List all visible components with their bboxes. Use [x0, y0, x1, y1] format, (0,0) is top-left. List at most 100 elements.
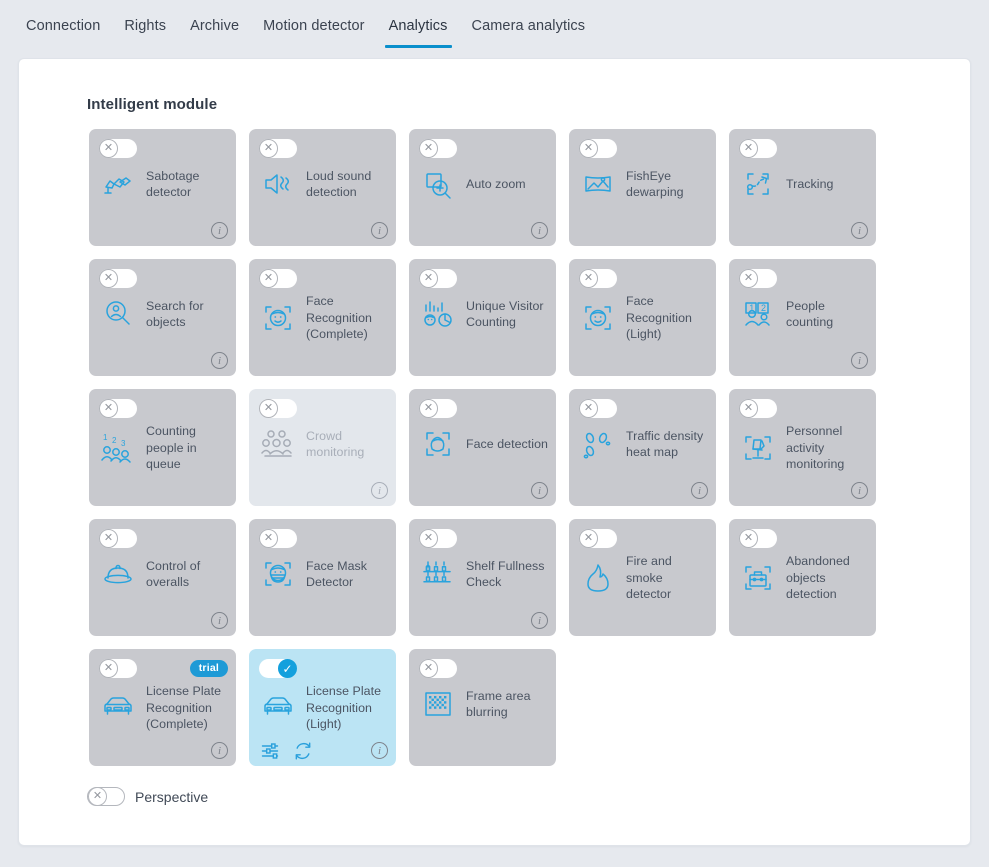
module-toggle[interactable]: ✕: [259, 139, 297, 158]
toggle-knob-off-cross-icon: ✕: [419, 529, 438, 548]
info-icon[interactable]: i: [371, 742, 388, 759]
info-icon[interactable]: i: [851, 482, 868, 499]
module-toggle[interactable]: ✕: [739, 269, 777, 288]
module-card[interactable]: ✕ Unique Visitor Counting: [409, 259, 556, 376]
people-counting-icon: 12: [737, 293, 779, 335]
module-card[interactable]: ✕ Face detection i: [409, 389, 556, 506]
info-icon[interactable]: i: [211, 742, 228, 759]
info-icon[interactable]: i: [851, 222, 868, 239]
module-card[interactable]: ✕ trial License Plate Recognition (Complet…: [89, 649, 236, 766]
module-card[interactable]: ✓ License Plate Recognition (Light) i: [249, 649, 396, 766]
module-card[interactable]: ✕ Face Mask Detector: [249, 519, 396, 636]
module-toggle[interactable]: ✕: [419, 139, 457, 158]
personnel-activity-icon: [737, 427, 779, 469]
fisheye-dewarping-icon: [577, 163, 619, 205]
module-body: Face Mask Detector: [257, 553, 390, 595]
module-toggle[interactable]: ✕: [99, 659, 137, 678]
tracking-icon: [737, 163, 779, 205]
tab-connection[interactable]: Connection: [14, 0, 112, 48]
module-toggle[interactable]: ✕: [99, 139, 137, 158]
module-toggle[interactable]: ✕: [739, 139, 777, 158]
module-card[interactable]: ✕ Loud sound detection i: [249, 129, 396, 246]
info-icon[interactable]: i: [211, 612, 228, 629]
module-toggle[interactable]: ✕: [739, 399, 777, 418]
face-recognition-icon: [577, 297, 619, 339]
face-recognition-icon: [257, 297, 299, 339]
module-card[interactable]: ✕ Fire and smoke detector: [569, 519, 716, 636]
module-body: Abandoned objects detection: [737, 553, 870, 603]
module-card[interactable]: ✕ Face Recognition (Complete): [249, 259, 396, 376]
module-toggle[interactable]: ✕: [259, 269, 297, 288]
toggle-knob-off-icon: ✕: [88, 787, 107, 806]
module-toggle[interactable]: ✕: [739, 529, 777, 548]
module-card[interactable]: ✕ 1 2 3 Counting people in queue: [89, 389, 236, 506]
toggle-knob-off-cross-icon: ✕: [259, 139, 278, 158]
module-card[interactable]: ✕ FishEye dewarping: [569, 129, 716, 246]
module-toggle[interactable]: ✓: [259, 659, 297, 678]
tab-archive[interactable]: Archive: [178, 0, 251, 48]
module-toggle[interactable]: ✕: [579, 399, 617, 418]
module-label: Face Mask Detector: [306, 558, 368, 590]
toggle-knob-off-cross-icon: ✕: [99, 659, 118, 678]
tab-analytics[interactable]: Analytics: [377, 0, 460, 48]
module-toggle[interactable]: ✕: [419, 399, 457, 418]
tab-motion-detector[interactable]: Motion detector: [251, 0, 376, 48]
module-card[interactable]: ✕ Face Recognition (Light): [569, 259, 716, 376]
toggle-knob-off-cross-icon: ✕: [99, 139, 118, 158]
module-card[interactable]: ✕ Sabotage detector i: [89, 129, 236, 246]
module-card[interactable]: ✕ Auto zoom i: [409, 129, 556, 246]
toggle-knob-off-cross-icon: ✕: [259, 399, 278, 418]
settings-sliders-icon[interactable]: [260, 741, 280, 761]
module-body: Frame area blurring: [417, 683, 550, 725]
refresh-icon[interactable]: [293, 741, 313, 761]
info-icon[interactable]: i: [531, 612, 548, 629]
info-icon[interactable]: i: [371, 482, 388, 499]
search-objects-icon: [97, 293, 139, 335]
module-toggle[interactable]: ✕: [419, 529, 457, 548]
module-card[interactable]: ✕ Shelf Fullness Check i: [409, 519, 556, 636]
module-toggle[interactable]: ✕: [579, 529, 617, 548]
perspective-toggle[interactable]: ✕: [87, 787, 125, 806]
module-label: FishEye dewarping: [626, 168, 684, 200]
module-body: Shelf Fullness Check: [417, 553, 550, 595]
info-icon[interactable]: i: [531, 222, 548, 239]
tab-camera-analytics[interactable]: Camera analytics: [460, 0, 598, 48]
toggle-knob-off-cross-icon: ✕: [579, 269, 598, 288]
module-toggle[interactable]: ✕: [579, 269, 617, 288]
module-toggle[interactable]: ✕: [579, 139, 617, 158]
face-detection-icon: [417, 423, 459, 465]
module-card[interactable]: ✕ Control of overalls i: [89, 519, 236, 636]
module-card[interactable]: ✕ Tracking i: [729, 129, 876, 246]
module-label: Unique Visitor Counting: [466, 298, 544, 330]
info-icon[interactable]: i: [691, 482, 708, 499]
module-card[interactable]: ✕ Search for objects i: [89, 259, 236, 376]
module-label: Traffic density heat map: [626, 428, 704, 460]
frame-blur-icon: [417, 683, 459, 725]
module-toggle[interactable]: ✕: [259, 399, 297, 418]
info-icon[interactable]: i: [531, 482, 548, 499]
module-toggle[interactable]: ✕: [99, 529, 137, 548]
module-card[interactable]: ✕ Abandoned objects detection: [729, 519, 876, 636]
abandoned-objects-icon: [737, 557, 779, 599]
toggle-knob-off-cross-icon: ✕: [739, 399, 758, 418]
module-card[interactable]: ✕ Crowd monitoring i: [249, 389, 396, 506]
module-label: Control of overalls: [146, 558, 201, 590]
module-toggle[interactable]: ✕: [419, 269, 457, 288]
module-card[interactable]: ✕ Frame area blurring: [409, 649, 556, 766]
module-card[interactable]: ✕ 1 2 People counting i: [729, 259, 876, 376]
module-toggle[interactable]: ✕: [259, 529, 297, 548]
module-card[interactable]: ✕ Traffic density heat map i: [569, 389, 716, 506]
crowd-monitoring-icon: [257, 423, 299, 465]
module-toggle[interactable]: ✕: [419, 659, 457, 678]
info-icon[interactable]: i: [851, 352, 868, 369]
tab-rights[interactable]: Rights: [112, 0, 178, 48]
module-label: Face Recognition (Light): [626, 294, 692, 341]
info-icon[interactable]: i: [211, 222, 228, 239]
module-toggle[interactable]: ✕: [99, 399, 137, 418]
module-card[interactable]: ✕ Personnel activity monitoring i: [729, 389, 876, 506]
info-icon[interactable]: i: [371, 222, 388, 239]
module-toggle[interactable]: ✕: [99, 269, 137, 288]
info-icon[interactable]: i: [211, 352, 228, 369]
module-label: Shelf Fullness Check: [466, 558, 545, 590]
module-body: FishEye dewarping: [577, 163, 710, 205]
